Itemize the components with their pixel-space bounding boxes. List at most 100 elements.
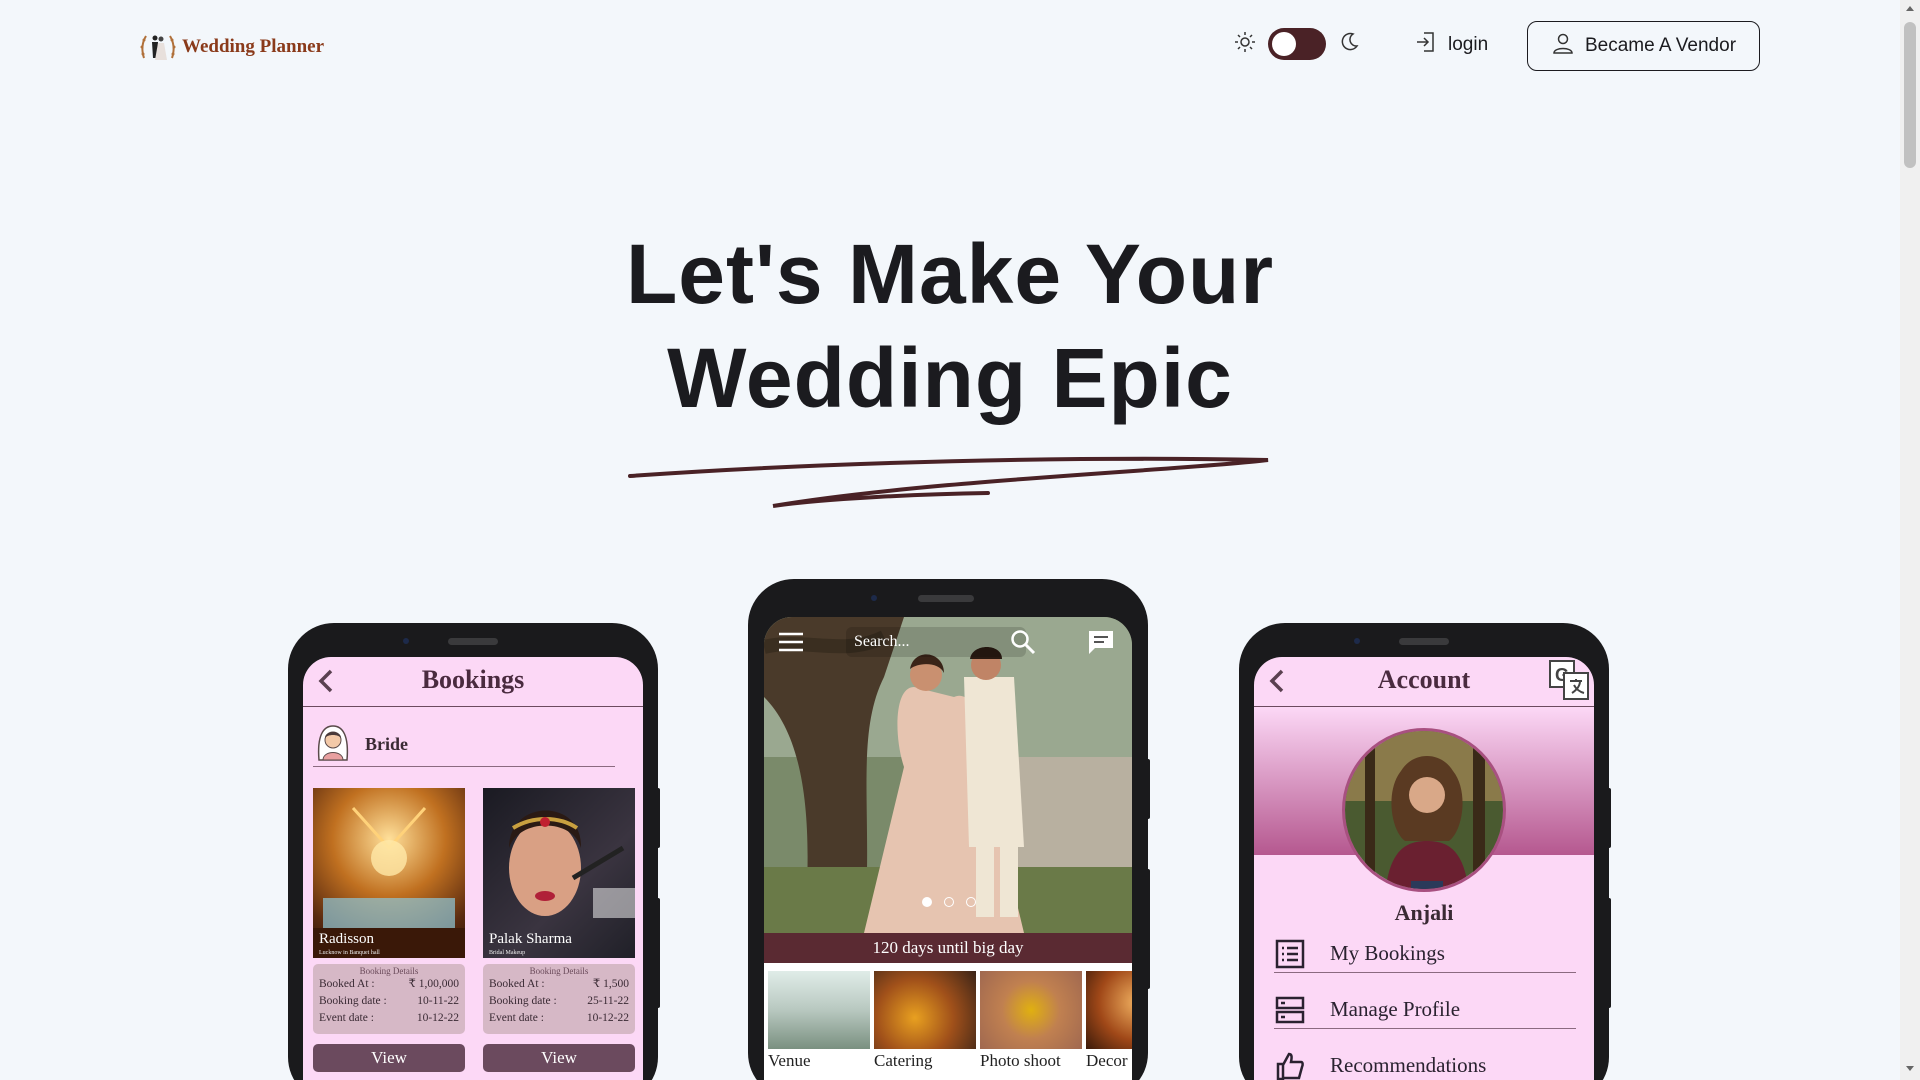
menu-my-bookings[interactable]: My Bookings [1274, 935, 1576, 973]
category-venue[interactable]: Venue [768, 971, 870, 1071]
become-vendor-button[interactable]: Became A Vendor [1527, 21, 1760, 71]
venue-photo: Radisson Lucknow in Banquet hall [313, 788, 465, 958]
phone-camera [871, 595, 877, 601]
dark-mode-switch[interactable] [1268, 28, 1326, 60]
category-label: Venue [768, 1051, 811, 1070]
search-icon[interactable] [1010, 629, 1036, 660]
sun-icon [1234, 31, 1256, 58]
booking-card: Radisson Lucknow in Banquet hall Booking… [313, 788, 465, 1072]
phone-side-button [656, 898, 660, 1008]
phone-camera [403, 638, 409, 644]
phone-side-button [1146, 869, 1150, 989]
moon-icon [1338, 31, 1360, 58]
booked-at-value: ₹ 1,00,000 [408, 978, 459, 990]
carousel-dots [922, 897, 976, 907]
category-decor[interactable]: Decor [1086, 971, 1132, 1071]
account-header: Account G [1254, 657, 1594, 707]
user-icon [1551, 31, 1575, 61]
booked-at-label: Booked At : [319, 978, 375, 990]
home-search-bar: Search... [764, 617, 1132, 667]
wedding-countdown: 120 days until big day [764, 933, 1132, 963]
card-subtitle: Lucknow in Banquet hall [319, 950, 380, 956]
event-date-label: Event date : [489, 1012, 544, 1024]
account-title: Account [1377, 665, 1471, 694]
event-date-value: 10-12-22 [586, 1012, 629, 1024]
view-button[interactable]: View [483, 1044, 635, 1072]
hero-title-line-2: Wedding Epic [667, 331, 1233, 425]
vendor-label: Became A Vendor [1584, 35, 1737, 56]
carousel-dot[interactable] [966, 897, 976, 907]
phone-speaker [448, 638, 498, 645]
menu-label: Recommendations [1330, 1053, 1487, 1077]
category-label: Decor [1086, 1051, 1128, 1070]
category-label: Photo shoot [980, 1051, 1061, 1070]
card-name: Radisson [319, 931, 375, 947]
server-icon [1274, 994, 1306, 1026]
login-label: login [1448, 34, 1489, 55]
menu-label: My Bookings [1330, 941, 1445, 965]
couple-logo-icon [138, 30, 178, 64]
card-name: Palak Sharma [489, 931, 572, 947]
scroll-thumb[interactable] [1904, 22, 1916, 168]
carousel-dot[interactable] [922, 897, 932, 907]
switch-knob [1272, 32, 1296, 56]
hero-title: Let's Make Your Wedding Epic [0, 222, 1900, 430]
phone-camera [1354, 638, 1360, 644]
booking-date-value: 10-11-22 [417, 995, 459, 1007]
list-icon [1274, 938, 1306, 970]
phone-bookings: Bookings Bride Radisson Lucknow in Banqu… [288, 623, 660, 1080]
profile-avatar[interactable] [1342, 728, 1506, 892]
category-catering[interactable]: Catering [874, 971, 976, 1071]
booked-at-label: Booked At : [489, 978, 545, 990]
page-scrollbar[interactable] [1900, 0, 1920, 1080]
login-link[interactable]: login [1414, 30, 1488, 60]
booked-at-value: ₹ 1,500 [592, 978, 629, 990]
card-subtitle: Bridal Makeup [489, 950, 526, 956]
phone-account: Account G Anjali My Bookings Manage Prof… [1239, 623, 1611, 1080]
account-screen: Account G Anjali My Bookings Manage Prof… [1254, 657, 1594, 1080]
makeup-artist-photo: Palak Sharma Bridal Makeup [483, 788, 635, 958]
brush-underline [628, 456, 1269, 508]
login-icon [1414, 30, 1438, 60]
bride-section: Bride [313, 723, 615, 767]
theme-toggle [1234, 28, 1360, 60]
venue-category-image [768, 971, 870, 1049]
phone-home: Search... 120 days until big day Venue C… [748, 579, 1150, 1080]
thumbs-up-icon [1274, 1050, 1306, 1080]
phone-side-button [1607, 898, 1611, 1008]
category-photo-shoot[interactable]: Photo shoot [980, 971, 1082, 1071]
search-input[interactable]: Search... [846, 627, 1026, 657]
phone-side-button [656, 788, 660, 848]
photo-shoot-category-image [980, 971, 1082, 1049]
details-title: Booking Details [359, 966, 419, 976]
details-title: Booking Details [529, 966, 589, 976]
booking-details: Booking Details Booked At : ₹ 1,500 Booki… [483, 964, 635, 1034]
bookings-screen: Bookings Bride Radisson Lucknow in Banqu… [303, 657, 643, 1080]
event-date-value: 10-12-22 [416, 1012, 459, 1024]
scroll-up-arrow-icon[interactable] [1906, 6, 1914, 11]
bride-avatar-icon [313, 722, 353, 767]
decor-category-image [1086, 971, 1132, 1049]
booking-date-value: 25-11-22 [587, 995, 629, 1007]
menu-icon[interactable] [778, 631, 804, 658]
phone-speaker [918, 595, 974, 602]
booking-date-label: Booking date : [489, 995, 557, 1007]
carousel-dot[interactable] [944, 897, 954, 907]
hero-title-line-1: Let's Make Your [625, 227, 1275, 321]
menu-recommendations[interactable]: Recommendations [1274, 1047, 1576, 1080]
category-list: Venue Catering Photo shoot Decor [764, 963, 1132, 1080]
category-label: Catering [874, 1051, 933, 1070]
top-navbar: Wedding Planner login Became A Vendor [0, 0, 1900, 92]
catering-category-image [874, 971, 976, 1049]
event-date-label: Event date : [319, 1012, 374, 1024]
logo[interactable]: Wedding Planner [138, 30, 324, 64]
phone-side-button [1146, 759, 1150, 819]
chat-icon[interactable] [1087, 629, 1115, 660]
bookings-header: Bookings [303, 657, 643, 707]
home-screen: Search... 120 days until big day Venue C… [764, 617, 1132, 1080]
bookings-title: Bookings [421, 665, 525, 694]
menu-manage-profile[interactable]: Manage Profile [1274, 991, 1576, 1029]
scroll-down-arrow-icon[interactable] [1906, 1066, 1914, 1071]
view-button[interactable]: View [313, 1044, 465, 1072]
translate-icon[interactable]: G [1548, 659, 1590, 706]
